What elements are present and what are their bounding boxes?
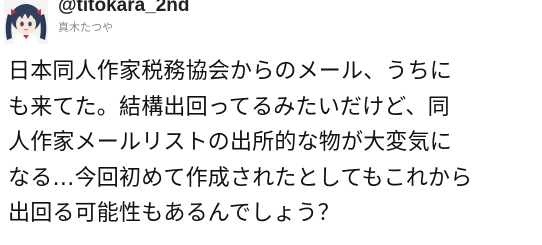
anime-character-avatar-icon [4, 0, 48, 44]
tweet-text-line: 日本同人作家税務協会からのメール、うちに [8, 59, 453, 84]
user-display-name: 真木たつや [58, 21, 113, 34]
tweet-text-line: 出回る可能性もあるんでしょう？ [8, 201, 340, 226]
avatar[interactable] [4, 0, 48, 44]
tweet-text-line: も来てた。結構出回ってるみたいだけど、同 [8, 94, 450, 120]
tweet-text: 日本同人作家税務協会からのメール、うちに も来てた。結構出回ってるみたいだけど、… [8, 54, 538, 232]
tweet-text-line: なる…今回初めて作成されたとしてもこれから [8, 165, 473, 191]
tweet-card: @titokara_2nd 真木たつや 日本同人作家税務協会からのメール、うちに… [0, 0, 542, 245]
user-handle-link[interactable]: @titokara_2nd [58, 0, 190, 17]
tweet-text-line: 人作家メールリストの出所的な物が大変気に [8, 130, 453, 155]
